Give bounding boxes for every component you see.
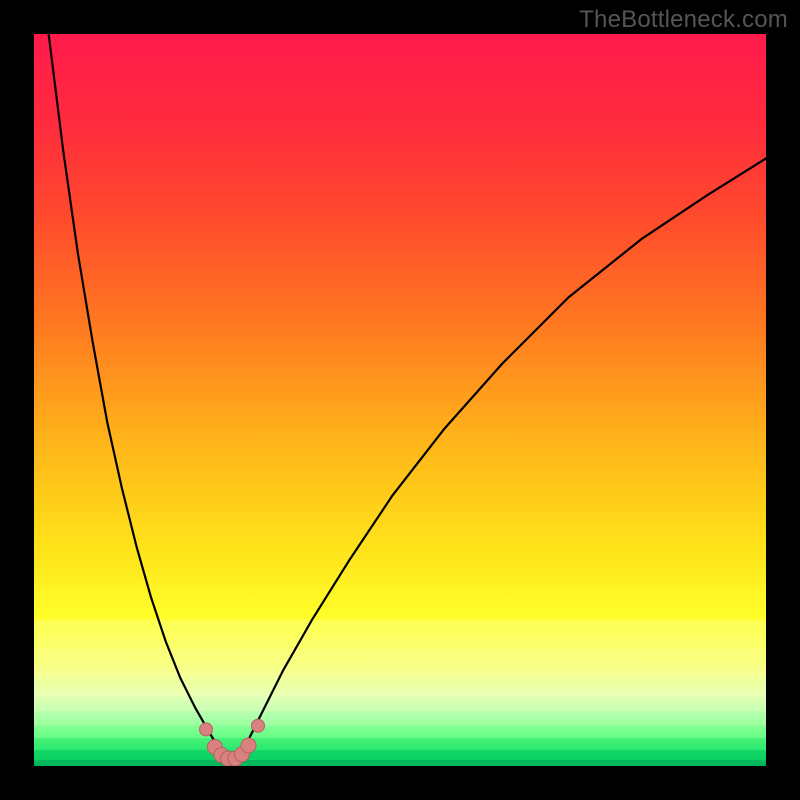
chart-svg bbox=[34, 34, 766, 766]
plot-area bbox=[34, 34, 766, 766]
marker-point bbox=[200, 723, 213, 736]
green-band-overlay bbox=[34, 620, 766, 766]
chart-container: TheBottleneck.com bbox=[0, 0, 800, 800]
marker-point bbox=[251, 719, 264, 732]
marker-point bbox=[241, 738, 256, 753]
watermark-text: TheBottleneck.com bbox=[579, 6, 788, 34]
